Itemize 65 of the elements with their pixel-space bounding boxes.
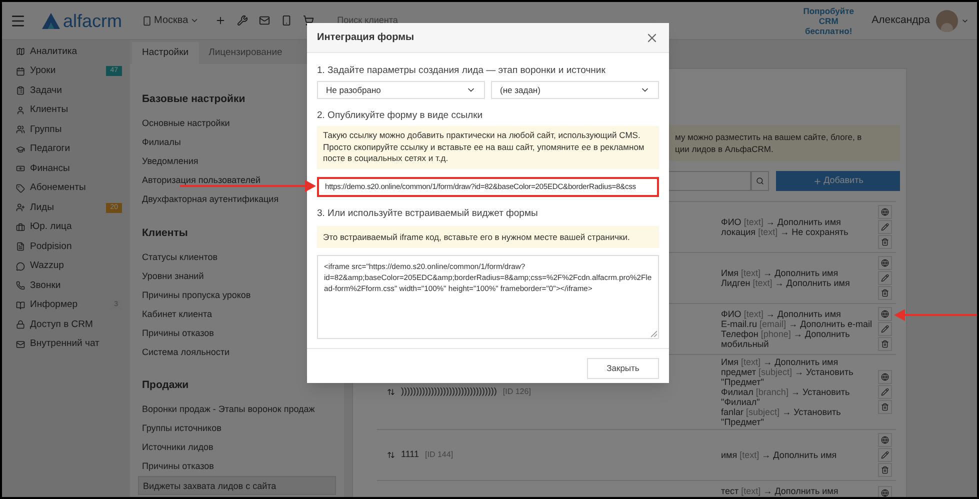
user-name: Александра [872, 12, 930, 28]
field-mapping: ФИО [text] → Дополнить имя [721, 309, 842, 319]
step-label: 1. Задайте параметры создания лида — этап воронки и источник [317, 65, 606, 77]
step-label: 2. Опубликуйте форму в виде ссылки [317, 110, 484, 122]
info-note: Это встраиваемый iframe код, вставьте его в нужном месте вашей странички. [317, 226, 659, 248]
section-heading: Клиенты [142, 226, 188, 241]
settings-link[interactable]: Виджеты захвата лидов с сайта [138, 476, 336, 495]
field-mapping: Имя [text] → Дополнить имя [721, 357, 840, 367]
sidebar-item[interactable]: Podpision [2, 237, 130, 256]
settings-link[interactable]: Кабинет клиента [138, 305, 216, 324]
city-dropdown[interactable]: Москва [142, 13, 200, 28]
widget-id: [ID 126] [502, 386, 531, 398]
sidebar-item[interactable]: Wazzup [2, 256, 130, 276]
sidebar-item[interactable]: Юр. лица [2, 218, 130, 237]
settings-link[interactable]: Группы источников [138, 419, 226, 438]
settings-link[interactable]: Уведомления [138, 152, 202, 171]
widget-id: [ID 144] [425, 449, 454, 461]
widget-name: )))))))))))))))))))))))))))))))) [401, 385, 497, 398]
sidebar-item[interactable]: Аналитика [2, 42, 130, 62]
sidebar-item[interactable]: Абонементы [2, 178, 130, 198]
sidebar-item[interactable]: Педагоги [2, 140, 130, 159]
field-mapping: Телефон [phone] → Дополнить мобильный [721, 329, 851, 349]
settings-link[interactable]: Воронки продаж - Этапы воронок продаж [138, 400, 319, 419]
info-note: Такую ссылку можно добавить практически на любой сайт, использующий CMS. Просто скопируйте ссылку и вставьте ее на ваш сайт, упомяните ее в рекламном посте в социальных сетях и т.д. [317, 126, 659, 168]
step-label: 3. Или используйте встраиваемый виджет формы [317, 208, 539, 220]
settings-link[interactable]: Статусы клиентов [138, 248, 222, 267]
promo-link[interactable]: Попробуйте CRM бесплатно! [798, 6, 860, 36]
settings-link[interactable]: Авторизация пользователей [138, 171, 264, 190]
select-dropdown[interactable]: Не разобрано [317, 81, 485, 99]
sidebar-item[interactable]: Клиенты [2, 100, 130, 120]
sidebar-item[interactable]: Звонки [2, 276, 130, 296]
field-mapping: ФИО [text] → Дополнить имя [721, 217, 842, 227]
sidebar-item[interactable]: Финансы [2, 159, 130, 178]
settings-link[interactable]: Система лояльности [138, 343, 234, 362]
tab[interactable]: Настройки [132, 42, 199, 64]
field-mapping: Филиал [branch] → Установить "Филиал" [721, 387, 851, 407]
widget-name: 1111 [401, 448, 420, 462]
settings-link[interactable]: Причины пропуска уроков [138, 286, 255, 305]
settings-link[interactable]: Филиалы [138, 133, 185, 152]
section-heading: Базовые настройки [142, 92, 246, 107]
field-mapping: предмет [subject] → Установить "Предмет" [721, 367, 854, 387]
sidebar-item[interactable]: Группы [2, 120, 130, 140]
select-dropdown[interactable]: (не задан) [491, 81, 659, 99]
sidebar-item[interactable]: Задачи [2, 81, 130, 100]
field-mapping: локация [text] → Не сохранять [721, 227, 850, 237]
sidebar-item[interactable]: Внутренний чат [2, 334, 130, 354]
logo-text: alfacrm [63, 12, 122, 30]
close-button[interactable]: Закрыть [587, 358, 659, 378]
settings-link[interactable]: Уровни знаний [138, 267, 208, 286]
settings-link[interactable]: Основные настройки [138, 114, 234, 133]
settings-link[interactable]: Двухфакторная аутентификация [138, 190, 283, 209]
tab[interactable]: Лицензирование [198, 42, 292, 64]
field-mapping: E-mail.ru [email] → Дополнить e-mail [721, 319, 873, 329]
sidebar-item[interactable]: Доступ в CRM [2, 315, 130, 334]
section-heading: Продажи [142, 378, 189, 393]
field-mapping: тест [text] → Дополнить имя [721, 486, 840, 496]
settings-link[interactable]: Источники лидов [138, 438, 218, 457]
modal-title: Интеграция формы [317, 31, 414, 45]
settings-link[interactable]: Причины отказов [138, 457, 218, 476]
settings-link[interactable]: Причины отказов [138, 324, 218, 343]
add-button[interactable]: Добавить [776, 171, 900, 191]
field-mapping: имя [text] → Дополнить имя [721, 450, 838, 460]
field-mapping: Лидген [text] → Дополнить имя [721, 278, 851, 288]
field-mapping: fanlar [subject] → Установить "Предмет" [721, 407, 842, 427]
field-mapping: Имя [text] → Дополнить имя [721, 268, 840, 278]
